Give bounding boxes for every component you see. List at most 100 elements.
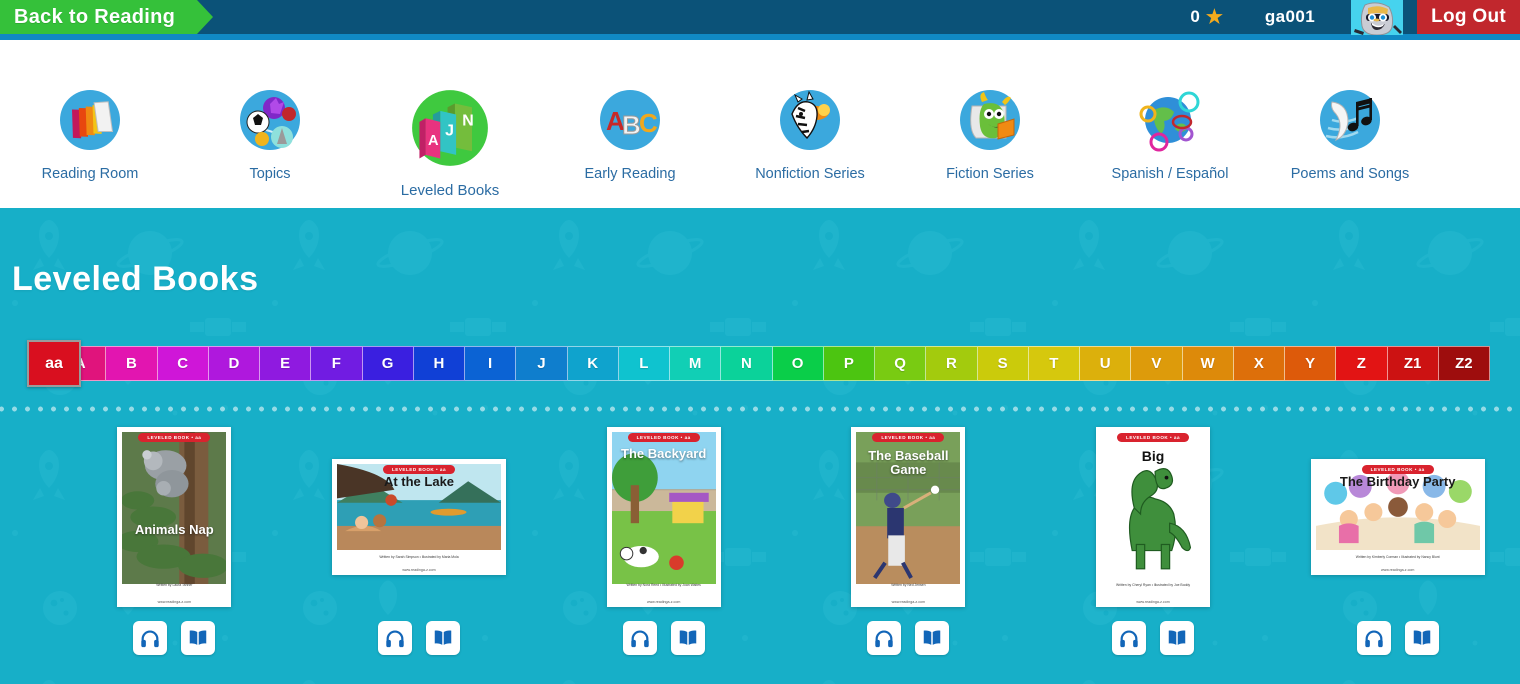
nav-item-label: Nonfiction Series — [755, 166, 865, 182]
book-card: LEVELED BOOK • aa The Backyard Written by … — [541, 427, 786, 655]
level-tab-label: Z — [1356, 355, 1366, 372]
level-tab-s[interactable]: S — [977, 346, 1029, 381]
nav-item-label: Leveled Books — [400, 182, 500, 199]
level-tab-label: W — [1200, 355, 1215, 372]
nav-item-topics[interactable]: Topics — [180, 84, 360, 182]
level-tab-m[interactable]: M — [670, 346, 722, 381]
level-tab-c[interactable]: C — [157, 346, 209, 381]
book-cover-url: www.readinga-z.com — [646, 600, 681, 604]
open-book-icon — [1413, 630, 1430, 645]
read-button[interactable] — [1160, 621, 1195, 655]
book-cover-credit: Written by Cheryl Ryan • Illustrated by … — [1115, 583, 1191, 587]
listen-button[interactable] — [622, 621, 657, 655]
level-tab-r[interactable]: R — [926, 346, 978, 381]
level-tab-n[interactable]: N — [721, 346, 773, 381]
level-tab-label: R — [945, 355, 957, 372]
level-tab-k[interactable]: K — [567, 346, 619, 381]
level-tab-p[interactable]: P — [823, 346, 875, 381]
read-button[interactable] — [181, 621, 216, 655]
listen-button[interactable] — [378, 621, 412, 655]
open-book-icon — [434, 630, 452, 645]
listen-button[interactable] — [867, 621, 902, 655]
nav-item-reading-room[interactable]: Reading Room — [0, 84, 180, 182]
level-tab-o[interactable]: O — [772, 346, 824, 381]
level-tab-u[interactable]: U — [1080, 346, 1132, 381]
nav-item-spanish-espa-ol[interactable]: Spanish / Español — [1080, 84, 1260, 182]
globe-icon — [1139, 91, 1200, 152]
book-cover-title: The Birthday Party — [1339, 474, 1456, 489]
level-tab-l[interactable]: L — [618, 346, 670, 381]
level-tab-x[interactable]: X — [1233, 346, 1285, 381]
book-cover-wrapper: LEVELED BOOK • aa The Backyard Written by … — [606, 427, 721, 607]
nav-item-label: Topics — [249, 166, 291, 182]
level-tab-label: I — [488, 355, 493, 372]
book-cover[interactable]: LEVELED BOOK • aa The Baseball Game Writte… — [851, 427, 966, 607]
level-tab-d[interactable]: D — [208, 346, 260, 381]
book-level-banner: LEVELED BOOK • aa — [872, 433, 945, 442]
read-button[interactable] — [670, 621, 705, 655]
nav-item-label: Early Reading — [584, 166, 676, 182]
book-cover-wrapper: LEVELED BOOK • aa Animals Nap Written by L… — [117, 427, 232, 607]
open-book-icon — [1168, 630, 1186, 645]
nav-item-early-reading[interactable]: A B C Early Reading — [540, 84, 720, 182]
book-cover[interactable]: LEVELED BOOK • aa The Backyard Written by … — [606, 427, 721, 607]
back-to-reading-button[interactable]: Back to Reading — [0, 0, 214, 34]
listen-button[interactable] — [1356, 621, 1391, 655]
nav-item-nonfiction-series[interactable]: Nonfiction Series — [720, 84, 900, 182]
headphones-icon — [1364, 630, 1383, 648]
book-cover-url: www.readinga-z.com — [1136, 600, 1170, 604]
level-tab-j[interactable]: J — [516, 346, 568, 381]
book-cover-credit: Written by Nora Reed • Illustrated by Jo… — [626, 583, 701, 587]
book-action-buttons — [622, 621, 705, 655]
level-tab-label: C — [177, 355, 189, 372]
nav-item-fiction-series[interactable]: Fiction Series — [900, 84, 1080, 182]
nav-item-poems-and-songs[interactable]: Poems and Songs — [1260, 84, 1440, 182]
book-cover[interactable]: LEVELED BOOK • aa Big Written by Cheryl Ry… — [1096, 427, 1211, 607]
top-header-bar: Back to Reading 0 ★ ga001 Log Out — [0, 0, 1520, 35]
listen-button[interactable] — [133, 621, 168, 655]
level-tab-label: P — [843, 355, 854, 372]
username-label: ga001 — [1264, 7, 1316, 26]
level-tab-i[interactable]: I — [465, 346, 517, 381]
level-tab-label: O — [791, 355, 804, 372]
book-action-buttons — [1356, 621, 1439, 655]
book-level-banner: LEVELED BOOK • aa — [138, 433, 211, 442]
book-cover[interactable]: LEVELED BOOK • aa Animals Nap Written by L… — [117, 427, 232, 607]
level-tab-g[interactable]: G — [362, 346, 414, 381]
level-tab-v[interactable]: V — [1131, 346, 1183, 381]
read-button[interactable] — [915, 621, 950, 655]
level-tab-aa[interactable]: aa — [27, 340, 81, 387]
level-tab-f[interactable]: F — [311, 346, 363, 381]
avatar[interactable] — [1351, 0, 1404, 35]
listen-button[interactable] — [1112, 621, 1147, 655]
level-tab-z1[interactable]: Z1 — [1387, 346, 1439, 381]
level-tab-z[interactable]: Z — [1336, 346, 1388, 381]
book-card: LEVELED BOOK • aa The Baseball Game Writte… — [786, 427, 1031, 655]
nav-item-leveled-books[interactable]: N J A Leveled Books — [360, 84, 540, 199]
leveled-books-icon: N J A — [412, 90, 488, 166]
book-level-banner: LEVELED BOOK • aa — [627, 433, 700, 442]
level-tab-w[interactable]: W — [1182, 346, 1234, 381]
logout-button[interactable]: Log Out — [1417, 0, 1520, 34]
book-action-buttons — [133, 621, 216, 655]
section-divider — [0, 405, 1520, 413]
level-tab-z2[interactable]: Z2 — [1438, 346, 1490, 381]
book-cover[interactable]: LEVELED BOOK • aa The Birthday Party Writt… — [1310, 459, 1485, 575]
level-tab-q[interactable]: Q — [875, 346, 927, 381]
main-navigation: Reading Room Topics N J A Leveled Books A… — [0, 40, 1520, 208]
level-tab-label: aa — [45, 354, 63, 372]
level-tab-label: K — [587, 355, 599, 372]
level-tab-b[interactable]: B — [106, 346, 158, 381]
read-button[interactable] — [1404, 621, 1439, 655]
read-button[interactable] — [426, 621, 460, 655]
level-tab-h[interactable]: H — [413, 346, 465, 381]
level-tab-e[interactable]: E — [260, 346, 312, 381]
book-cover[interactable]: LEVELED BOOK • aa At the Lake Written by S… — [332, 459, 506, 575]
svg-text:B: B — [622, 110, 641, 140]
level-tab-t[interactable]: T — [1028, 346, 1080, 381]
level-tab-label: F — [331, 355, 341, 372]
level-tab-y[interactable]: Y — [1285, 346, 1337, 381]
open-book-icon — [924, 630, 941, 645]
knight-avatar-icon — [1351, 0, 1404, 35]
star-count-display: 0 ★ — [1190, 7, 1223, 27]
